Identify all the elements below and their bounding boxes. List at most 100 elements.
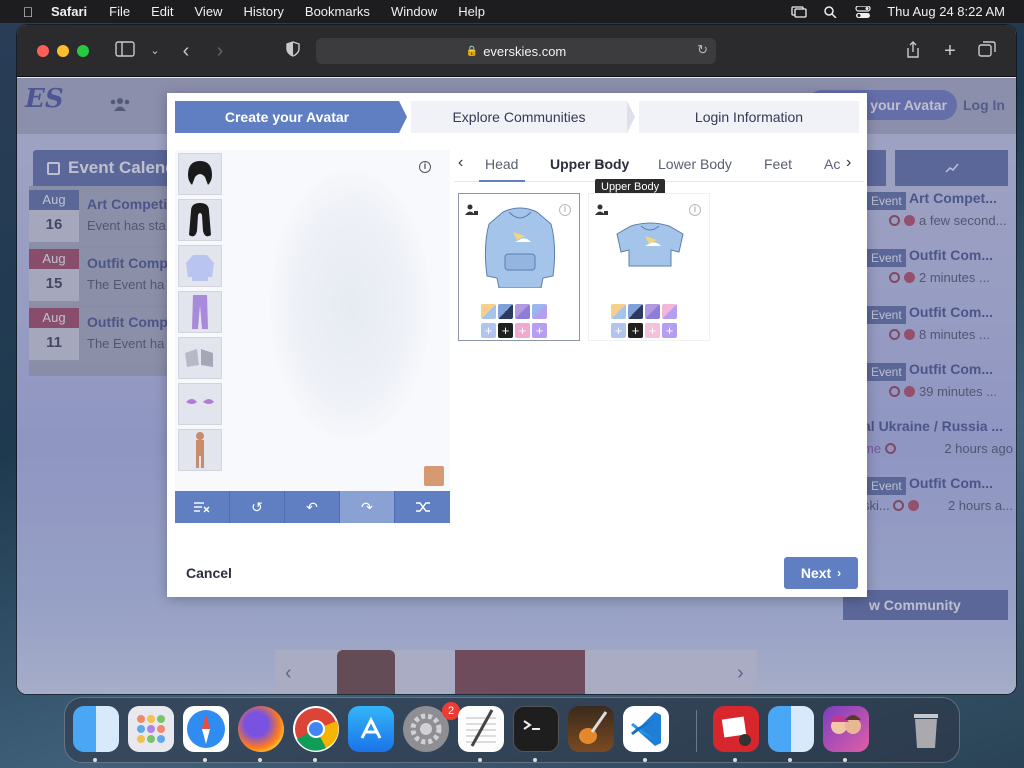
redo-button[interactable]: ↷ — [340, 491, 395, 523]
spotlight-search-icon[interactable] — [823, 5, 839, 19]
menu-view[interactable]: View — [195, 4, 223, 19]
running-indicator — [533, 758, 537, 762]
step-login-information[interactable]: Login Information — [639, 101, 859, 133]
step-separator — [399, 101, 407, 133]
item-card-crop-top[interactable]: i + + + + — [588, 193, 710, 341]
chevron-right-icon: › — [837, 566, 842, 580]
terminal-icon[interactable] — [513, 706, 559, 752]
item-card-hoodie[interactable]: i + + + + — [458, 193, 580, 341]
tab-lower-body[interactable]: Lower Body — [658, 156, 732, 172]
color-swatch[interactable] — [611, 304, 626, 319]
photo-booth-icon[interactable] — [713, 706, 759, 752]
everskies-app-icon[interactable] — [823, 706, 869, 752]
trash-icon[interactable] — [903, 706, 949, 752]
zoom-window-button[interactable] — [77, 45, 89, 57]
hoodie-image — [484, 207, 556, 288]
add-color-plus-icon[interactable]: + — [481, 323, 496, 338]
equipped-body-thumb[interactable] — [178, 429, 222, 471]
item-info-icon[interactable]: i — [689, 204, 701, 216]
tab-feet[interactable]: Feet — [764, 156, 792, 172]
undo-icon: ↶ — [306, 498, 318, 515]
sidebar-toggle-icon[interactable] — [114, 41, 136, 61]
minimize-window-button[interactable] — [57, 45, 69, 57]
forward-arrow-icon[interactable]: › — [209, 41, 231, 61]
menubar-clock[interactable]: Thu Aug 24 8:22 AM — [887, 4, 1005, 19]
textedit-icon[interactable] — [458, 706, 504, 752]
equipped-pants-thumb[interactable] — [178, 291, 222, 333]
color-swatch[interactable] — [662, 304, 677, 319]
tab-group-chevron-down-icon[interactable]: ⌄ — [144, 41, 166, 61]
equipped-hair-short-thumb[interactable] — [178, 153, 222, 195]
vscode-icon[interactable] — [623, 706, 669, 752]
finder-icon[interactable] — [73, 706, 119, 752]
firefox-icon[interactable] — [238, 706, 284, 752]
finder-window-icon[interactable] — [768, 706, 814, 752]
add-color-plus-icon[interactable]: + — [645, 323, 660, 338]
tab-upper-body[interactable]: Upper Body — [550, 156, 629, 172]
apple-menu-icon[interactable]:  — [19, 4, 37, 20]
address-bar[interactable]: 🔒 everskies.com ↻ — [316, 38, 716, 64]
color-swatch[interactable] — [532, 304, 547, 319]
next-button[interactable]: Next › — [784, 557, 858, 589]
category-prev-chevron-left-icon[interactable]: ‹ — [458, 154, 463, 172]
back-arrow-icon[interactable]: ‹ — [175, 41, 197, 61]
new-tab-plus-icon[interactable]: + — [939, 41, 961, 61]
control-center-icon[interactable] — [855, 4, 871, 18]
reset-button[interactable]: ↺ — [230, 491, 285, 523]
mouse-cursor-icon: ☞ — [595, 157, 608, 173]
app-store-icon[interactable] — [348, 706, 394, 752]
user-lock-icon — [595, 204, 609, 216]
clear-all-button[interactable] — [175, 491, 230, 523]
color-swatch[interactable] — [515, 304, 530, 319]
chrome-icon[interactable] — [293, 706, 339, 752]
tab-overview-icon[interactable] — [976, 41, 998, 61]
garageband-guitar-icon[interactable] — [568, 706, 614, 752]
item-info-icon[interactable]: i — [559, 204, 571, 216]
step-explore-communities[interactable]: Explore Communities — [411, 101, 627, 133]
add-color-plus-icon[interactable]: + — [662, 323, 677, 338]
menu-file[interactable]: File — [109, 4, 130, 19]
category-next-chevron-right-icon[interactable]: › — [846, 154, 851, 172]
color-swatches: + + + + — [481, 304, 561, 342]
color-swatch[interactable] — [645, 304, 660, 319]
add-color-plus-icon[interactable]: + — [532, 323, 547, 338]
safari-icon[interactable] — [183, 706, 229, 752]
cancel-button[interactable]: Cancel — [186, 565, 232, 581]
reload-icon[interactable]: ↻ — [697, 42, 708, 58]
menu-bookmarks[interactable]: Bookmarks — [305, 4, 370, 19]
equipped-shoes-thumb[interactable] — [178, 337, 222, 379]
undo-button[interactable]: ↶ — [285, 491, 340, 523]
info-icon[interactable]: i — [419, 161, 431, 173]
equipped-accessory-thumb[interactable] — [178, 383, 222, 425]
tab-indicator — [479, 180, 525, 182]
launchpad-icon[interactable] — [128, 706, 174, 752]
color-swatch[interactable] — [498, 304, 513, 319]
equipped-hair-long-thumb[interactable] — [178, 199, 222, 241]
menu-edit[interactable]: Edit — [151, 4, 173, 19]
clear-list-icon — [194, 502, 210, 513]
equipped-top-thumb[interactable] — [178, 245, 222, 287]
color-swatch[interactable] — [481, 304, 496, 319]
add-color-plus-icon[interactable]: + — [498, 323, 513, 338]
close-window-button[interactable] — [37, 45, 49, 57]
tab-accessories[interactable]: Ac — [824, 156, 840, 172]
step-create-avatar[interactable]: Create your Avatar — [175, 101, 399, 133]
running-indicator — [203, 758, 207, 762]
running-indicator — [643, 758, 647, 762]
menu-window[interactable]: Window — [391, 4, 437, 19]
color-swatch[interactable] — [628, 304, 643, 319]
menu-history[interactable]: History — [243, 4, 283, 19]
tab-head[interactable]: Head — [485, 156, 518, 172]
menu-help[interactable]: Help — [458, 4, 485, 19]
add-color-plus-icon[interactable]: + — [515, 323, 530, 338]
screen-mirroring-icon[interactable] — [791, 5, 807, 18]
add-color-plus-icon[interactable]: + — [611, 323, 626, 338]
randomize-button[interactable] — [395, 491, 450, 523]
privacy-shield-icon[interactable] — [282, 41, 304, 61]
add-color-plus-icon[interactable]: + — [628, 323, 643, 338]
menu-app-name[interactable]: Safari — [51, 4, 87, 19]
safari-toolbar: ⌄ ‹ › 🔒 everskies.com ↻ + — [17, 25, 1016, 77]
share-icon[interactable] — [902, 41, 924, 61]
running-indicator — [788, 758, 792, 762]
skin-tone-swatch[interactable] — [424, 466, 444, 486]
